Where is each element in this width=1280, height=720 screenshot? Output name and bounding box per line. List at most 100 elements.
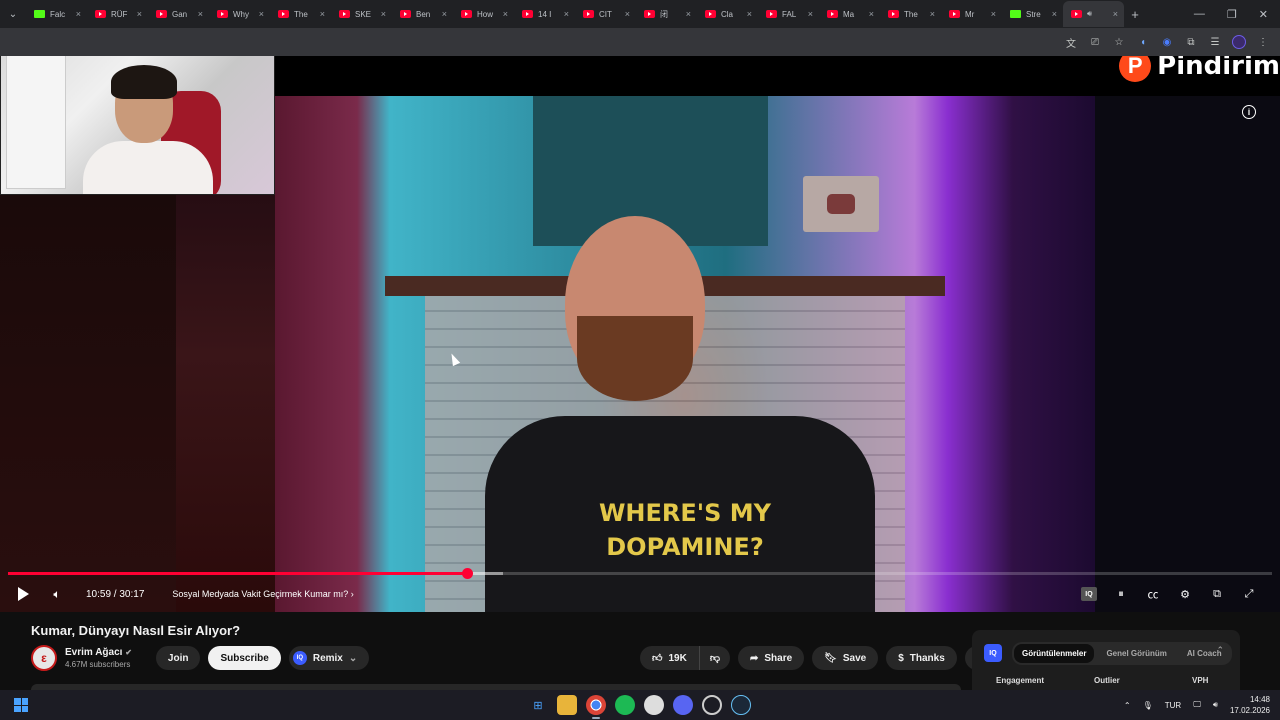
discord-icon[interactable] bbox=[673, 695, 693, 715]
tab-close-icon[interactable]: × bbox=[381, 9, 386, 19]
tab-close-icon[interactable]: × bbox=[930, 9, 935, 19]
browser-tab[interactable]: 14 I × bbox=[514, 1, 575, 27]
progress-played bbox=[8, 572, 467, 575]
like-button[interactable]: 👍︎ 19K bbox=[640, 646, 700, 670]
subscribe-button[interactable]: Subscribe bbox=[208, 646, 281, 670]
tab-close-icon[interactable]: × bbox=[259, 9, 264, 19]
browser-tab[interactable]: The × bbox=[270, 1, 331, 27]
steam-icon[interactable] bbox=[731, 695, 751, 715]
tab-close-icon[interactable]: × bbox=[808, 9, 813, 19]
video-frame[interactable]: WHERE'S MY DOPAMINE? bbox=[275, 96, 1095, 612]
browser-tab[interactable]: Ben × bbox=[392, 1, 453, 27]
new-tab-button[interactable]: + bbox=[1124, 7, 1146, 22]
tab-close-icon[interactable]: × bbox=[442, 9, 447, 19]
tab-search-chevron-icon[interactable]: ⌄ bbox=[0, 0, 26, 28]
iq-tab-overview[interactable]: Genel Görünüm bbox=[1098, 644, 1174, 663]
settings-gear-icon[interactable]: ⚙ bbox=[1174, 583, 1196, 605]
tab-close-icon[interactable]: × bbox=[869, 9, 874, 19]
browser-tab[interactable]: Cla × bbox=[697, 1, 758, 27]
tab-close-icon[interactable]: × bbox=[1113, 9, 1118, 19]
browser-tab[interactable]: 闭 × bbox=[636, 1, 697, 27]
channel-name-link[interactable]: Evrim Ağacı ✔ bbox=[65, 647, 132, 658]
youtube-favicon-icon bbox=[461, 10, 472, 18]
microphone-icon[interactable]: 🎙︎ bbox=[1143, 701, 1153, 710]
tab-close-icon[interactable]: × bbox=[320, 9, 325, 19]
progress-scrubber-handle[interactable] bbox=[461, 568, 473, 579]
tab-close-icon[interactable]: × bbox=[991, 9, 996, 19]
language-indicator[interactable]: TUR bbox=[1165, 701, 1181, 710]
tab-close-icon[interactable]: × bbox=[1052, 9, 1057, 19]
join-button[interactable]: Join bbox=[155, 646, 201, 670]
tab-close-icon[interactable]: × bbox=[686, 9, 691, 19]
play-button[interactable] bbox=[12, 583, 34, 605]
windows-start-icon[interactable] bbox=[14, 698, 28, 712]
tab-close-icon[interactable]: × bbox=[76, 9, 81, 19]
bookmark-star-icon[interactable]: ☆ bbox=[1112, 35, 1126, 49]
translate-icon[interactable]: 文 bbox=[1064, 35, 1078, 50]
autoplay-toggle-icon[interactable]: ⏸︎ bbox=[1110, 583, 1132, 605]
tab-close-icon[interactable]: × bbox=[198, 9, 203, 19]
reading-list-icon[interactable]: ☰ bbox=[1208, 35, 1222, 49]
share-button[interactable]: ➦ Share bbox=[737, 646, 805, 670]
presenter-beard bbox=[577, 316, 693, 401]
tab-audio-icon[interactable]: 🔊︎ bbox=[1087, 9, 1092, 18]
minimize-icon[interactable]: — bbox=[1194, 8, 1205, 21]
progress-bar[interactable] bbox=[8, 568, 1272, 579]
miniplayer-icon[interactable]: ⧉ bbox=[1206, 583, 1228, 605]
chapter-title-link[interactable]: Sosyal Medyada Vakit Geçirmek Kumar mı? … bbox=[172, 589, 353, 599]
app-swirl-icon[interactable] bbox=[702, 695, 722, 715]
spotify-icon[interactable] bbox=[615, 695, 635, 715]
browser-tab[interactable]: The × bbox=[880, 1, 941, 27]
channel-avatar[interactable]: ε bbox=[31, 645, 57, 671]
extension-blue-icon[interactable]: ◉ bbox=[1160, 35, 1174, 49]
volume-icon[interactable]: 🔈︎ bbox=[46, 583, 68, 605]
browser-tab[interactable]: CIT × bbox=[575, 1, 636, 27]
collapse-chevron-icon[interactable]: ⌃ bbox=[1216, 645, 1224, 656]
iq-tab-views[interactable]: Görüntülenmeler bbox=[1014, 644, 1095, 663]
file-explorer-icon[interactable] bbox=[557, 695, 577, 715]
browser-tab[interactable]: Gan × bbox=[148, 1, 209, 27]
obs-icon[interactable] bbox=[644, 695, 664, 715]
tab-close-icon[interactable]: × bbox=[564, 9, 569, 19]
tab-label: 🔊︎ bbox=[1087, 9, 1109, 19]
tab-label: How bbox=[477, 9, 494, 19]
clock[interactable]: 14:48 17.02.2026 bbox=[1230, 694, 1270, 716]
iq-player-button[interactable]: IQ bbox=[1078, 583, 1100, 605]
video-player[interactable]: WHERE'S MY DOPAMINE? P Pindirim i 🔈︎ 10:… bbox=[0, 56, 1280, 612]
windows-start-menu-icon[interactable]: ⊞ bbox=[528, 695, 548, 715]
profile-avatar[interactable] bbox=[1232, 35, 1246, 49]
captions-icon[interactable]: ㏄ bbox=[1142, 583, 1164, 605]
close-window-icon[interactable]: ✕ bbox=[1259, 8, 1268, 21]
channel-info: Evrim Ağacı ✔ 4.67M subscribers bbox=[65, 647, 132, 669]
tab-close-icon[interactable]: × bbox=[137, 9, 142, 19]
remix-button[interactable]: IQ Remix ⌄ bbox=[288, 646, 370, 670]
chrome-icon[interactable] bbox=[586, 695, 606, 719]
maximize-icon[interactable]: ❐ bbox=[1227, 8, 1237, 21]
browser-tab[interactable]: Falc × bbox=[26, 1, 87, 27]
monitor-icon[interactable]: 🖵︎ bbox=[1193, 700, 1201, 710]
browser-tab[interactable]: Mr × bbox=[941, 1, 1002, 27]
browser-tab[interactable]: How × bbox=[453, 1, 514, 27]
speaker-icon[interactable]: 🔊︎ bbox=[1213, 700, 1218, 710]
browser-tab[interactable]: 🔊︎ × bbox=[1063, 1, 1124, 27]
browser-tab[interactable]: FAL × bbox=[758, 1, 819, 27]
tab-close-icon[interactable]: × bbox=[503, 9, 508, 19]
info-icon[interactable]: i bbox=[1242, 105, 1256, 119]
thanks-button[interactable]: $ Thanks bbox=[886, 646, 957, 670]
browser-tab[interactable]: Why × bbox=[209, 1, 270, 27]
browser-tab[interactable]: Stre × bbox=[1002, 1, 1063, 27]
extensions-puzzle-icon[interactable]: ⧉ bbox=[1184, 35, 1198, 49]
save-button[interactable]: 🔖︎ Save bbox=[812, 646, 879, 670]
browser-tab[interactable]: RÜF × bbox=[87, 1, 148, 27]
tab-close-icon[interactable]: × bbox=[625, 9, 630, 19]
tray-overflow-chevron-icon[interactable]: ⌃ bbox=[1124, 701, 1131, 710]
fullscreen-icon[interactable]: ⤢ bbox=[1238, 583, 1260, 605]
dislike-button[interactable]: 👎︎ bbox=[699, 646, 730, 670]
webcam-shelf bbox=[6, 56, 66, 189]
browser-tab[interactable]: Ma × bbox=[819, 1, 880, 27]
cast-icon[interactable]: ⎚ bbox=[1088, 35, 1102, 49]
browser-tab[interactable]: SKE × bbox=[331, 1, 392, 27]
tab-close-icon[interactable]: × bbox=[747, 9, 752, 19]
browser-menu-icon[interactable]: ⋮ bbox=[1256, 35, 1270, 49]
extension-audio-icon[interactable]: ◖ bbox=[1136, 35, 1150, 49]
